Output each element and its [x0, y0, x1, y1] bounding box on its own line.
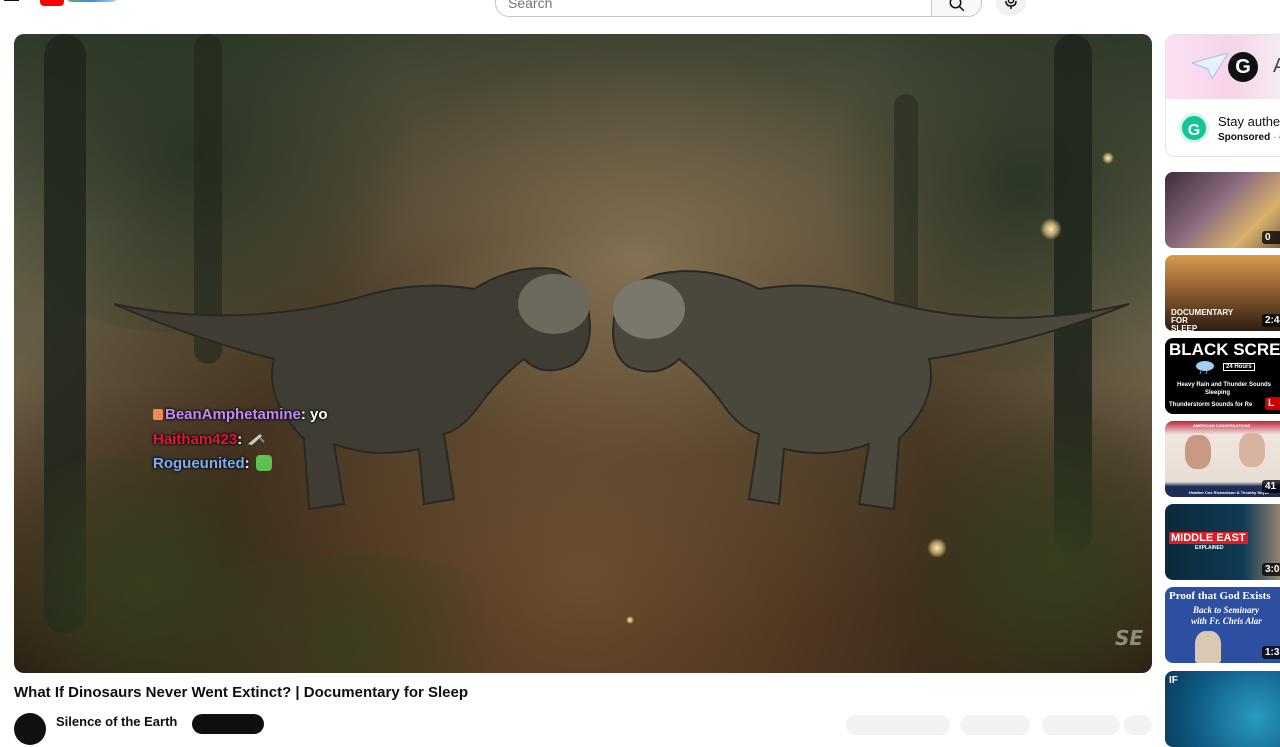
sponsored-text: Sponsored [1218, 132, 1271, 143]
chat-username: Rogueunited [153, 455, 245, 472]
subscribe-button[interactable] [192, 714, 264, 734]
thumbnail-subtitle: 24 Hours [1223, 363, 1255, 371]
doodle-logo [66, 0, 118, 2]
voice-search-button[interactable] [996, 0, 1026, 16]
recommended-video-thumbnail[interactable]: DOCUMENTARY FOR SLEEP 2:44 [1165, 255, 1280, 331]
channel-row: Silence of the Earth [14, 711, 1164, 745]
bokeh-light [927, 538, 947, 558]
search-box [495, 0, 931, 17]
ad-banner: G A [1166, 35, 1280, 99]
right-dinosaur [612, 270, 1129, 511]
thumbnail-subtitle: Sleeping [1205, 390, 1231, 396]
recommended-video-thumbnail[interactable]: BLACK SCREE 24 Hours Heavy Rain and Thun… [1165, 338, 1280, 414]
grammarly-logo: G [1228, 52, 1258, 82]
masthead [0, 0, 1280, 20]
recommended-video-thumbnail[interactable]: IF [1165, 671, 1280, 747]
search-icon [949, 0, 965, 12]
chat-message: BeanAmphetamine: yo [153, 403, 328, 428]
live-badge: L [1265, 397, 1280, 410]
channel-name[interactable]: Silence of the Earth [56, 714, 177, 729]
like-button[interactable] [846, 715, 950, 735]
chat-username: Haitham423 [153, 430, 238, 448]
mic-badge-icon [153, 409, 163, 420]
ad-banner-text: A [1273, 55, 1280, 78]
host-avatar [1185, 435, 1211, 469]
video-duration: 3:06 [1262, 563, 1280, 576]
thumbnail-subtitle: Thunderstorm Sounds for Re [1169, 402, 1253, 408]
thumbnail-caption: Proof that God Exists [1169, 590, 1271, 602]
thumbnail-caption: MIDDLE EAST [1169, 532, 1248, 544]
thumbnail-subtitle: Heavy Rain and Thunder Sounds [1177, 382, 1272, 388]
recommended-video-thumbnail[interactable]: 0 [1165, 172, 1280, 248]
left-dinosaur [114, 267, 591, 511]
video-title: What If Dinosaurs Never Went Extinct? | … [14, 684, 469, 701]
youtube-logo[interactable] [40, 0, 120, 8]
share-button[interactable] [960, 715, 1030, 735]
youtube-play-icon [40, 0, 64, 6]
video-duration: 41 [1262, 480, 1280, 493]
recommended-video-thumbnail[interactable]: MIDDLE EAST EXPLAINED 3:06 [1165, 504, 1280, 580]
thumbnail-subtitle: with Fr. Chris Alar [1191, 616, 1262, 626]
video-duration: 2:44 [1262, 314, 1280, 327]
chat-overlay: BeanAmphetamine: yo Haitham423: Rogueuni… [153, 403, 328, 477]
channel-avatar[interactable] [14, 713, 46, 745]
thumbnail-subtitle: Back to Seminary [1193, 605, 1260, 615]
spaceship-emote-icon [248, 433, 266, 445]
thumbnail-footer: Heather Cox Richardson & Timothy Snyde [1189, 490, 1270, 495]
bokeh-light [1040, 218, 1062, 240]
search-button[interactable] [931, 0, 982, 17]
recommended-video-thumbnail[interactable]: Proof that God Exists Back to Seminary w… [1165, 587, 1280, 663]
microphone-icon [1005, 0, 1017, 9]
rain-cloud-icon [1196, 361, 1214, 374]
frog-emote-icon [255, 455, 272, 471]
guest-avatar [1239, 433, 1265, 467]
thumbnail-caption: BLACK SCREE [1169, 340, 1280, 359]
channel-watermark[interactable]: SE [1115, 626, 1143, 650]
video-player[interactable]: BeanAmphetamine: yo Haitham423: Rogueuni… [14, 34, 1152, 673]
chat-message: Rogueunited: [153, 452, 328, 477]
chat-separator: : [244, 455, 250, 472]
advertiser-icon: G [1179, 113, 1209, 143]
chat-username: BeanAmphetamine [165, 406, 301, 423]
chat-separator: : [237, 430, 243, 448]
thumbnail-caption: IF [1169, 675, 1178, 686]
thumbnail-subtitle: EXPLAINED [1195, 545, 1224, 551]
chat-separator: : [300, 406, 306, 423]
chat-message: Haitham423: [153, 428, 328, 453]
video-duration: 0 [1262, 231, 1280, 244]
download-button[interactable] [1042, 715, 1120, 735]
priest-figure [1195, 631, 1221, 663]
video-duration: 1:33 [1262, 646, 1280, 659]
sponsored-label: Sponsored · g [1218, 132, 1280, 143]
chat-text: yo [310, 406, 328, 423]
more-actions-button[interactable] [1124, 715, 1152, 735]
paper-plane-icon [1192, 53, 1228, 79]
hamburger-menu-icon[interactable] [4, 0, 20, 6]
ad-headline: Stay authen [1218, 114, 1280, 129]
search-input[interactable] [508, 0, 908, 11]
sponsored-ad-card[interactable]: G A G Stay authen Sponsored · g [1165, 34, 1280, 157]
bokeh-light [626, 616, 634, 624]
thumbnail-caption: DOCUMENTARY FOR SLEEP [1171, 308, 1234, 332]
sponsored-domain: · g [1273, 132, 1280, 143]
bokeh-light [1102, 152, 1114, 164]
recommended-video-thumbnail[interactable]: AMERICAN CONVERSATIONS Heather Cox Richa… [1165, 421, 1280, 497]
thumbnail-caption: AMERICAN CONVERSATIONS [1193, 423, 1251, 428]
